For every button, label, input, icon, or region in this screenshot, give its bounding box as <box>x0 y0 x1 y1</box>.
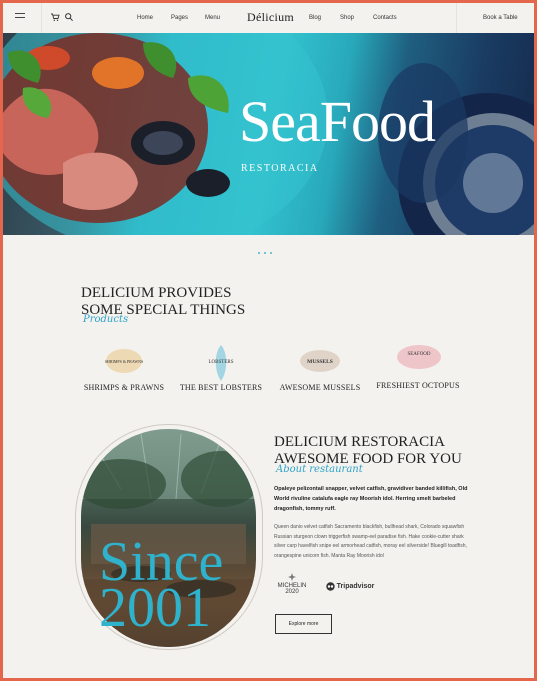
explore-more-button[interactable]: Explore more <box>275 614 332 634</box>
michelin-star-icon <box>288 573 296 581</box>
since-text: Since 2001 <box>99 531 224 639</box>
hero-subtitle: RESTORACIA <box>241 163 319 174</box>
lobster-logo-icon: LOBSTERS <box>176 343 266 383</box>
product-mussels[interactable]: MUSSELS AWESOME MUSSELS <box>275 343 365 392</box>
page: Home Pages Menu Délicium Blog Shop Conta… <box>3 3 534 678</box>
hero-title: SeaFood <box>239 89 436 154</box>
nav-shop[interactable]: Shop <box>340 15 354 21</box>
site-logo[interactable]: Délicium <box>247 10 294 25</box>
cart-icon[interactable] <box>50 12 60 22</box>
michelin-year: 2020 <box>285 589 299 595</box>
product-name: FRESHIEST OCTOPUS <box>376 381 460 390</box>
nav-pages[interactable]: Pages <box>171 15 188 21</box>
nav-menu[interactable]: Menu <box>205 15 220 21</box>
svg-text:MUSSELS: MUSSELS <box>307 359 333 365</box>
about-lead-text: Opaleye pelizontail snapper, velvet catf… <box>274 486 468 512</box>
tripadvisor-label: Tripadvisor <box>336 583 375 591</box>
header-divider <box>456 3 457 33</box>
michelin-badge: MICHELIN 2020 <box>275 573 309 595</box>
menu-icon[interactable] <box>15 13 25 20</box>
product-name: SHRIMPS & PRAWNS <box>83 383 165 392</box>
svg-text:SEAFOOD: SEAFOOD <box>407 352 430 357</box>
octopus-logo-icon: SEAFOOD <box>373 341 463 381</box>
search-icon[interactable] <box>64 12 74 22</box>
product-name: AWESOME MUSSELS <box>279 383 361 392</box>
product-octopus[interactable]: SEAFOOD FRESHIEST OCTOPUS <box>373 341 463 390</box>
products-script: Products <box>83 314 129 325</box>
about-script: About restaurant <box>276 464 363 475</box>
about-body-text: Queen danio velvet catfish Sacramento bl… <box>274 524 467 559</box>
product-lobsters[interactable]: LOBSTERS THE BEST LOBSTERS <box>176 343 266 392</box>
svg-text:SHRIMPS & PRAWNS: SHRIMPS & PRAWNS <box>105 359 144 364</box>
products-title-line1: DELICIUM PROVIDES <box>81 285 232 301</box>
shrimp-logo-icon: SHRIMPS & PRAWNS <box>79 343 169 383</box>
nav-blog[interactable]: Blog <box>309 15 321 21</box>
header-divider <box>41 3 42 33</box>
product-shrimps[interactable]: SHRIMPS & PRAWNS SHRIMPS & PRAWNS <box>79 343 169 392</box>
tripadvisor-owl-icon <box>326 582 335 591</box>
svg-text:LOBSTERS: LOBSTERS <box>208 360 233 365</box>
product-name: THE BEST LOBSTERS <box>179 383 263 392</box>
mussels-logo-icon: MUSSELS <box>275 343 365 383</box>
nav-home[interactable]: Home <box>137 15 153 21</box>
hero-banner: SeaFood RESTORACIA <box>3 33 534 235</box>
about-title-line1: DELICIUM RESTORACIA <box>274 434 445 450</box>
slider-dots[interactable] <box>258 241 276 259</box>
nav-contacts[interactable]: Contacts <box>373 15 397 21</box>
about-title: DELICIUM RESTORACIA AWESOME FOOD FOR YOU <box>274 434 462 468</box>
site-header: Home Pages Menu Délicium Blog Shop Conta… <box>3 3 534 34</box>
tripadvisor-badge: Tripadvisor <box>326 582 376 591</box>
book-table-button[interactable]: Book a Table <box>483 15 518 21</box>
